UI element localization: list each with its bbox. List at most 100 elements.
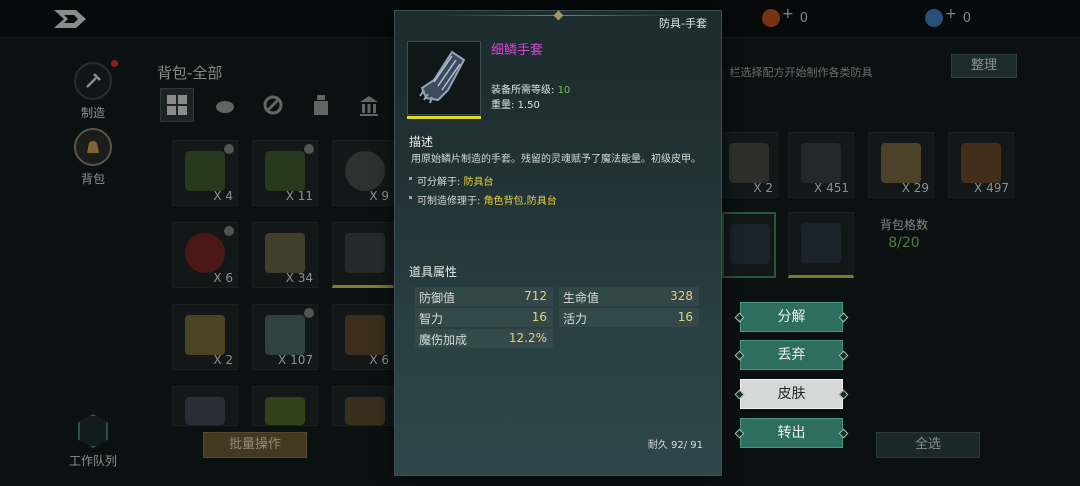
tab-weapons-icon[interactable] bbox=[256, 88, 290, 122]
required-level-label: 装备所需等级: bbox=[491, 85, 555, 96]
item-icon-frame bbox=[407, 41, 481, 119]
capacity-value: 8/20 bbox=[888, 235, 920, 251]
inventory-slot[interactable] bbox=[252, 386, 318, 426]
attr-value: 328 bbox=[670, 289, 693, 303]
work-queue-button[interactable]: 工作队列 bbox=[62, 414, 124, 469]
slot-qty: X 2 bbox=[213, 353, 233, 367]
slot-qty: X 6 bbox=[369, 353, 389, 367]
repair-value: 角色背包,防具台 bbox=[483, 196, 557, 207]
slot-qty: X 451 bbox=[814, 181, 849, 195]
rail-item-craft[interactable]: 制造 bbox=[60, 60, 126, 121]
discard-button-label: 丢弃 bbox=[777, 347, 806, 363]
slot-qty: X 9 bbox=[369, 189, 389, 203]
inventory-slot[interactable]: X 497 bbox=[948, 132, 1014, 198]
dismantle-button[interactable]: 分解 bbox=[734, 302, 849, 332]
quality-bar bbox=[407, 116, 481, 119]
tab-all-icon[interactable] bbox=[160, 88, 194, 122]
attr-value: 16 bbox=[531, 310, 547, 324]
currency-gold[interactable]: + 0 bbox=[762, 6, 809, 27]
inventory-slot[interactable] bbox=[332, 386, 394, 426]
currency-gold-value: 0 bbox=[799, 10, 809, 26]
back-icon[interactable] bbox=[50, 6, 92, 32]
inventory-slot[interactable] bbox=[788, 212, 854, 278]
discard-button[interactable]: 丢弃 bbox=[734, 340, 849, 370]
currency-gem-value: 0 bbox=[962, 10, 972, 26]
inventory-slot[interactable]: X 6 bbox=[172, 222, 238, 288]
rail-item-bag[interactable]: 背包 bbox=[60, 128, 126, 187]
inventory-slot[interactable]: X 29 bbox=[868, 132, 934, 198]
attr-key: 防御值 bbox=[419, 291, 456, 305]
attr-key: 活力 bbox=[563, 312, 588, 326]
transfer-button[interactable]: 转出 bbox=[734, 418, 849, 448]
inventory-slot[interactable] bbox=[172, 386, 238, 426]
slot-qty: X 2 bbox=[753, 181, 773, 195]
inventory-slot-selected[interactable] bbox=[722, 212, 776, 278]
inventory-slot[interactable]: X 2 bbox=[722, 132, 778, 198]
dismantle-button-label: 分解 bbox=[777, 309, 806, 325]
attr-magic-damage: 魔伤加成 12.2% bbox=[415, 329, 553, 348]
notification-dot bbox=[111, 60, 118, 67]
bag-capacity: 背包格数 8/20 bbox=[872, 216, 936, 252]
slot-qty: X 34 bbox=[285, 271, 313, 285]
skin-button-label: 皮肤 bbox=[777, 386, 806, 402]
add-icon[interactable]: + bbox=[945, 6, 957, 22]
category-tabs bbox=[160, 88, 386, 122]
attributes-title: 道具属性 bbox=[409, 265, 458, 279]
dismantle-label: 可分解于: bbox=[417, 177, 461, 188]
select-all-button[interactable]: 全选 bbox=[876, 432, 980, 458]
item-weight: 重量: 1.50 bbox=[491, 96, 540, 111]
currency-gem[interactable]: + 0 bbox=[925, 6, 972, 27]
hammer-icon bbox=[74, 62, 112, 100]
inventory-slot[interactable]: X 11 bbox=[252, 140, 318, 206]
inventory-slot[interactable]: X 451 bbox=[788, 132, 854, 198]
slot-qty: X 6 bbox=[213, 271, 233, 285]
inventory-slot[interactable]: X 107 bbox=[252, 304, 318, 370]
weight-value: 1.50 bbox=[517, 100, 540, 111]
required-level-value: 10 bbox=[557, 85, 571, 96]
dismantle-value: 防具台 bbox=[463, 177, 494, 188]
tab-materials-icon[interactable] bbox=[208, 88, 242, 122]
coin-icon bbox=[762, 9, 780, 27]
work-queue-label: 工作队列 bbox=[68, 454, 117, 468]
attr-value: 712 bbox=[524, 289, 547, 303]
slot-qty: X 11 bbox=[285, 189, 313, 203]
item-type: 防具-手套 bbox=[659, 17, 707, 30]
repair-label: 可制造修理于: bbox=[417, 196, 481, 207]
inventory-slot[interactable]: X 6 bbox=[332, 304, 394, 370]
skin-button[interactable]: 皮肤 bbox=[734, 379, 849, 409]
slot-qty: X 107 bbox=[278, 353, 313, 367]
durability: 耐久 92/ 91 bbox=[647, 440, 703, 451]
dismantle-at: 可分解于: 防具台 bbox=[409, 173, 494, 188]
panel-ornament-diamond bbox=[553, 10, 564, 21]
gem-icon bbox=[925, 9, 943, 27]
tab-potions-icon[interactable] bbox=[304, 88, 338, 122]
inventory-slot[interactable]: X 2 bbox=[172, 304, 238, 370]
sort-button[interactable]: 整理 bbox=[951, 54, 1017, 78]
inventory-slot[interactable]: X 9 bbox=[332, 140, 394, 206]
item-name: 细鳞手套 bbox=[491, 43, 544, 58]
batch-operation-button[interactable]: 批量操作 bbox=[203, 432, 307, 458]
slot-qty: X 29 bbox=[901, 181, 929, 195]
attr-defense: 防御值 712 bbox=[415, 287, 553, 306]
attr-key: 生命值 bbox=[563, 291, 600, 305]
capacity-label: 背包格数 bbox=[879, 218, 928, 232]
queue-icon bbox=[78, 414, 108, 448]
item-detail-panel: 防具-手套 细鳞手套 装备所需等级: 10 重量: 1.50 描述 用原始鳞片制… bbox=[394, 10, 722, 476]
glove-icon bbox=[419, 50, 466, 104]
slot-qty: X 4 bbox=[213, 189, 233, 203]
inventory-slot[interactable]: X 34 bbox=[252, 222, 318, 288]
bag-icon bbox=[74, 128, 112, 166]
repair-at: 可制造修理于: 角色背包,防具台 bbox=[409, 192, 557, 207]
description-text: 用原始鳞片制造的手套。残留的灵魂赋予了魔法能量。初级皮甲。 bbox=[411, 154, 701, 165]
add-icon[interactable]: + bbox=[782, 6, 794, 22]
description-title: 描述 bbox=[409, 135, 434, 149]
inventory-slot[interactable] bbox=[332, 222, 394, 288]
attr-key: 智力 bbox=[419, 312, 444, 326]
tab-buildings-icon[interactable] bbox=[352, 88, 386, 122]
attr-vitality: 活力 16 bbox=[559, 308, 699, 327]
inventory-slot[interactable]: X 4 bbox=[172, 140, 238, 206]
attr-intelligence: 智力 16 bbox=[415, 308, 553, 327]
attr-key: 魔伤加成 bbox=[419, 333, 468, 347]
attr-value: 16 bbox=[677, 310, 693, 324]
rail-label-bag: 背包 bbox=[80, 172, 105, 186]
